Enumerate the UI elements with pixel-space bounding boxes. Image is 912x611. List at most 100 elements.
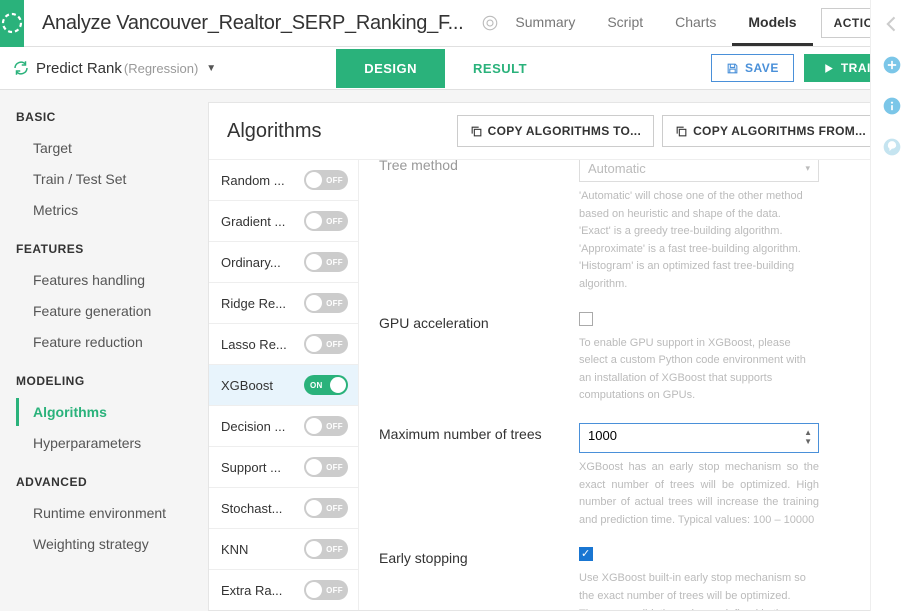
algorithm-toggle[interactable]: ON: [304, 375, 348, 395]
side-heading-advanced: ADVANCED: [16, 475, 208, 489]
page-title: Analyze Vancouver_Realtor_SERP_Ranking_F…: [42, 12, 463, 35]
algorithm-name: Random ...: [221, 173, 285, 188]
algorithm-toggle[interactable]: OFF: [304, 498, 348, 518]
sidebar-item-target[interactable]: Target: [16, 134, 208, 162]
max-trees-input-wrapper: ▲▼: [579, 423, 819, 453]
refresh-icon: [12, 59, 30, 77]
sidebar-item-feature-reduction[interactable]: Feature reduction: [16, 328, 208, 356]
tree-method-select[interactable]: Automatic ▾: [579, 160, 819, 182]
algorithm-name: Ordinary...: [221, 255, 281, 270]
sidebar-item-algorithms[interactable]: Algorithms: [16, 398, 208, 426]
max-trees-input[interactable]: [588, 428, 790, 443]
save-label: SAVE: [745, 61, 779, 75]
algorithm-row[interactable]: Ordinary... OFF: [209, 242, 358, 283]
setting-early-stop: Early stopping Use XGBoost built-in earl…: [379, 547, 877, 610]
algorithm-row[interactable]: Random ... OFF: [209, 160, 358, 201]
info-icon[interactable]: [882, 96, 902, 119]
max-trees-label: Maximum number of trees: [379, 423, 579, 529]
algorithm-row[interactable]: XGBoost ON: [209, 365, 358, 406]
algorithm-toggle[interactable]: OFF: [304, 539, 348, 559]
sidebar-item-feature-generation[interactable]: Feature generation: [16, 297, 208, 325]
result-tab[interactable]: RESULT: [445, 49, 555, 88]
gpu-checkbox[interactable]: [579, 312, 593, 326]
tab-charts[interactable]: Charts: [659, 1, 732, 46]
algorithm-name: Extra Ra...: [221, 583, 282, 598]
content-header: Algorithms COPY ALGORITHMS TO... COPY AL…: [209, 103, 897, 160]
algorithm-name: Decision ...: [221, 419, 285, 434]
tab-models[interactable]: Models: [732, 1, 812, 46]
right-rail: [870, 0, 912, 611]
save-icon: [726, 62, 739, 75]
algorithm-list: Random ...OFFGradient ...OFFOrdinary...O…: [209, 160, 359, 610]
algorithm-toggle[interactable]: OFF: [304, 211, 348, 231]
header-buttons: COPY ALGORITHMS TO... COPY ALGORITHMS FR…: [457, 115, 879, 147]
sidebar-item-train-test[interactable]: Train / Test Set: [16, 165, 208, 193]
sidebar-item-weighting[interactable]: Weighting strategy: [16, 530, 208, 558]
sidebar-item-hyperparameters[interactable]: Hyperparameters: [16, 429, 208, 457]
main: BASIC Target Train / Test Set Metrics FE…: [0, 90, 912, 611]
algorithm-name: XGBoost: [221, 378, 273, 393]
algorithm-name: Support ...: [221, 460, 281, 475]
secondbar: Predict Rank (Regression) ▼ DESIGN RESUL…: [0, 47, 912, 90]
sidebar-item-metrics[interactable]: Metrics: [16, 196, 208, 224]
help-text: XGBoost has an early stop mechanism so t…: [579, 459, 819, 529]
chat-icon[interactable]: [882, 137, 902, 160]
logo[interactable]: [0, 0, 24, 47]
app-logo-icon: [0, 11, 24, 35]
add-circle-icon[interactable]: [882, 55, 902, 78]
copy-from-button[interactable]: COPY ALGORITHMS FROM...: [662, 115, 879, 147]
algorithm-row[interactable]: KNN OFF: [209, 529, 358, 570]
chevron-down-icon: ▾: [805, 163, 810, 174]
algorithm-row[interactable]: Ridge Re... OFF: [209, 283, 358, 324]
content-body: Random ...OFFGradient ...OFFOrdinary...O…: [209, 160, 897, 610]
algorithm-toggle[interactable]: OFF: [304, 457, 348, 477]
copy-to-button[interactable]: COPY ALGORITHMS TO...: [457, 115, 654, 147]
sidebar-item-features-handling[interactable]: Features handling: [16, 266, 208, 294]
tab-summary[interactable]: Summary: [499, 1, 591, 46]
design-tab[interactable]: DESIGN: [336, 49, 445, 88]
early-stop-label: Early stopping: [379, 547, 579, 610]
sidebar-item-runtime[interactable]: Runtime environment: [16, 499, 208, 527]
top-tabs: Summary Script Charts Models ACTIONS: [499, 1, 912, 46]
algorithm-toggle[interactable]: OFF: [304, 580, 348, 600]
algorithm-name: Lasso Re...: [221, 337, 287, 352]
algorithm-row[interactable]: Gradient ... OFF: [209, 201, 358, 242]
setting-tree-method: Tree method Automatic ▾ 'Automatic' will…: [379, 160, 877, 294]
setting-max-trees: Maximum number of trees ▲▼ XGBoost has a…: [379, 423, 877, 529]
save-button[interactable]: SAVE: [711, 54, 794, 82]
algorithm-toggle[interactable]: OFF: [304, 293, 348, 313]
algorithm-row[interactable]: Support ... OFF: [209, 447, 358, 488]
algorithm-row[interactable]: Lasso Re... OFF: [209, 324, 358, 365]
tab-script[interactable]: Script: [591, 1, 659, 46]
setting-gpu: GPU acceleration To enable GPU support i…: [379, 312, 877, 405]
algorithm-row[interactable]: Decision ... OFF: [209, 406, 358, 447]
content-title: Algorithms: [227, 120, 321, 143]
algorithm-toggle[interactable]: OFF: [304, 334, 348, 354]
paste-icon: [675, 125, 688, 138]
number-spinner[interactable]: ▲▼: [804, 428, 812, 446]
settings-panel: Tree method Automatic ▾ 'Automatic' will…: [359, 160, 897, 610]
sidebar: BASIC Target Train / Test Set Metrics FE…: [0, 90, 208, 611]
algorithm-toggle[interactable]: OFF: [304, 416, 348, 436]
algorithm-toggle[interactable]: OFF: [304, 170, 348, 190]
algorithm-name: Gradient ...: [221, 214, 285, 229]
chevron-down-icon[interactable]: ▼: [206, 63, 216, 74]
task-name[interactable]: Predict Rank: [36, 60, 122, 77]
side-heading-modeling: MODELING: [16, 374, 208, 388]
target-icon[interactable]: [481, 14, 499, 32]
algorithm-toggle[interactable]: OFF: [304, 252, 348, 272]
task-type: (Regression): [124, 61, 198, 76]
algorithm-row[interactable]: Stochast... OFF: [209, 488, 358, 529]
gpu-label: GPU acceleration: [379, 312, 579, 405]
content-panel: Algorithms COPY ALGORITHMS TO... COPY AL…: [208, 102, 898, 611]
help-text: To enable GPU support in XGBoost, please…: [579, 335, 819, 405]
algorithm-name: KNN: [221, 542, 248, 557]
back-arrow-icon[interactable]: [882, 14, 902, 37]
algorithm-name: Ridge Re...: [221, 296, 286, 311]
help-text: Use XGBoost built-in early stop mechanis…: [579, 570, 819, 610]
early-stop-checkbox[interactable]: [579, 547, 593, 561]
algorithm-row[interactable]: Extra Ra... OFF: [209, 570, 358, 610]
help-text: 'Automatic' will chose one of the other …: [579, 188, 819, 294]
play-icon: [822, 62, 835, 75]
algorithm-name: Stochast...: [221, 501, 282, 516]
